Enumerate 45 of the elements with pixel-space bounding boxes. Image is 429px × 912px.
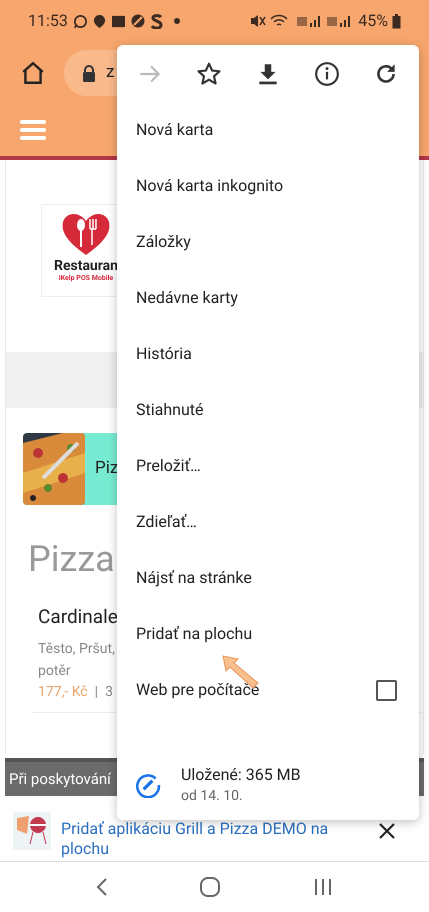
- chat-icon: [72, 14, 88, 28]
- data-savings-item[interactable]: Uložené: 365 MB od 14. 10.: [117, 750, 419, 820]
- app-logo-icon: [13, 812, 51, 850]
- info-icon[interactable]: [314, 60, 340, 86]
- category-label: Piz: [95, 457, 118, 480]
- star-icon[interactable]: [196, 60, 222, 86]
- url-text: z: [106, 61, 114, 84]
- back-icon[interactable]: [96, 877, 108, 897]
- checkbox[interactable]: [376, 680, 397, 700]
- menu-item[interactable]: Nájsť na stránke: [117, 550, 419, 606]
- item-description: potěr: [38, 662, 71, 681]
- gauge-icon: [135, 772, 161, 798]
- menu-item[interactable]: Pridať na plochu: [117, 606, 419, 662]
- item-description: Těsto, Pršut,: [38, 640, 115, 659]
- item-name: Cardinale: [38, 607, 119, 626]
- mute-icon: [250, 14, 266, 28]
- logo-title: Restauran: [54, 259, 118, 273]
- menu-item[interactable]: Nová karta inkognito: [117, 158, 419, 214]
- signal-icon: [296, 14, 322, 28]
- install-link[interactable]: Pridať aplikáciu Grill a Pizza DEMO na plochu: [61, 818, 368, 858]
- savings-date: od 14. 10.: [181, 787, 244, 806]
- section-heading: Pizza: [28, 541, 116, 577]
- recents-icon[interactable]: [312, 878, 333, 896]
- home-icon[interactable]: [20, 60, 46, 86]
- battery-icon: [392, 14, 401, 28]
- heart-cutlery-icon: [61, 211, 111, 257]
- battery-percent: 45%: [358, 10, 388, 32]
- status-time: 11:53: [28, 10, 68, 32]
- menu-item[interactable]: Web pre počítače: [117, 662, 419, 718]
- menu-item[interactable]: História: [117, 326, 419, 382]
- home-button-icon[interactable]: [200, 877, 220, 897]
- separator-text: |: [94, 683, 98, 702]
- banner-text: Při poskytování: [9, 768, 111, 790]
- location-pin-icon: [92, 14, 106, 28]
- savings-title: Uložené: 365 MB: [181, 764, 301, 786]
- menu-item[interactable]: Záložky: [117, 214, 419, 270]
- slash-circle-icon: [130, 14, 145, 28]
- item-detail: 3: [105, 683, 113, 702]
- close-icon[interactable]: [378, 822, 396, 840]
- lock-icon: [82, 64, 96, 82]
- menu-item[interactable]: Nedávne karty: [117, 270, 419, 326]
- dot-icon: [174, 18, 180, 24]
- menu-item[interactable]: Nová karta: [117, 102, 419, 158]
- signal-icon: [326, 14, 352, 28]
- item-price: 177,- Kč: [38, 683, 88, 702]
